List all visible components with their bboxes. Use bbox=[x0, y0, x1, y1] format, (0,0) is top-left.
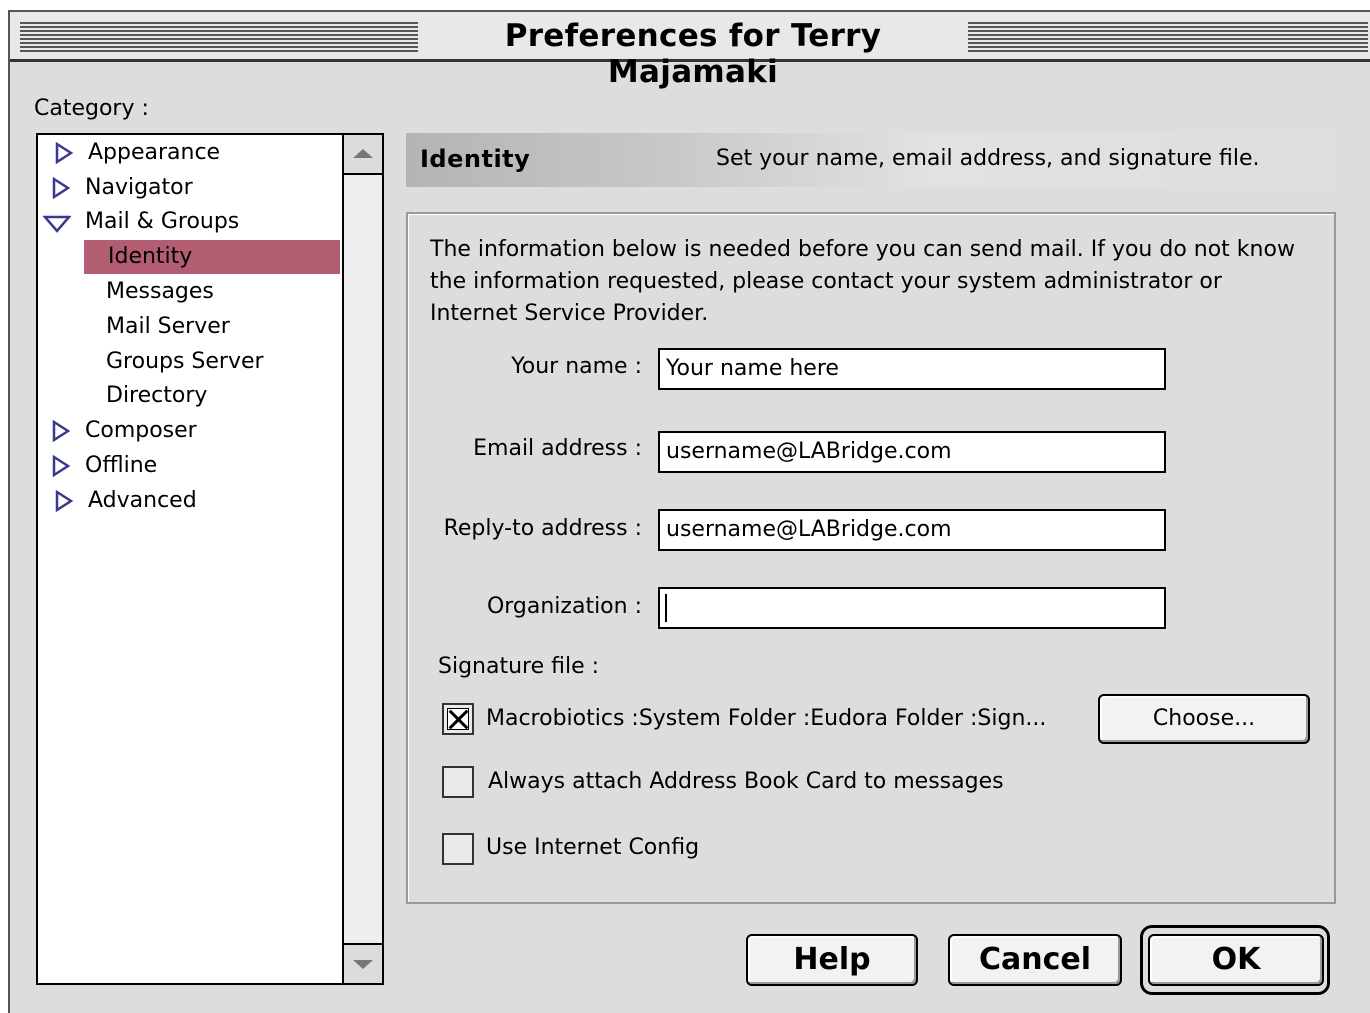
tree-item-label: Groups Server bbox=[106, 349, 264, 374]
title-bar-stripes-left bbox=[20, 22, 418, 52]
ok-button[interactable]: OK bbox=[1148, 934, 1324, 986]
attach-card-label: Always attach Address Book Card to messa… bbox=[488, 769, 1004, 794]
signature-checkbox[interactable] bbox=[442, 703, 474, 735]
tree-item-label: Identity bbox=[108, 244, 193, 269]
scroll-up-button[interactable] bbox=[344, 135, 382, 175]
tree-item-label: Offline bbox=[85, 453, 158, 478]
arrow-up-icon bbox=[353, 149, 373, 158]
reply-to-field[interactable]: username@LABridge.com bbox=[658, 509, 1166, 551]
email-field[interactable]: username@LABridge.com bbox=[658, 431, 1166, 473]
tree-item-identity[interactable]: Identity bbox=[84, 240, 340, 274]
help-button[interactable]: Help bbox=[746, 934, 918, 986]
tree-item-mail-server[interactable]: Mail Server bbox=[106, 310, 230, 344]
tree-scrollbar[interactable] bbox=[342, 135, 382, 983]
name-label: Your name : bbox=[511, 354, 642, 379]
signature-label: Signature file : bbox=[438, 654, 600, 679]
category-tree: Appearance Navigator Mail & Groups Ident… bbox=[36, 133, 384, 985]
organization-label: Organization : bbox=[486, 594, 642, 619]
window-title: Preferences for Terry Majamaki bbox=[418, 18, 968, 90]
tree-item-groups-server[interactable]: Groups Server bbox=[106, 345, 264, 379]
identity-panel: The information below is needed before y… bbox=[406, 212, 1336, 904]
disclosure-triangle-collapsed-icon[interactable] bbox=[54, 142, 74, 164]
disclosure-triangle-collapsed-icon[interactable] bbox=[51, 177, 71, 199]
name-field[interactable]: Your name here bbox=[658, 348, 1166, 390]
disclosure-triangle-collapsed-icon[interactable] bbox=[51, 455, 71, 477]
arrow-down-icon bbox=[353, 960, 373, 969]
tree-item-advanced[interactable]: Advanced bbox=[55, 484, 197, 518]
tree-item-label: Appearance bbox=[88, 140, 221, 165]
attach-card-checkbox[interactable] bbox=[442, 766, 474, 798]
tree-item-directory[interactable]: Directory bbox=[106, 379, 207, 413]
signature-path: Macrobiotics :System Folder :Eudora Fold… bbox=[486, 706, 1047, 731]
tree-item-label: Navigator bbox=[85, 175, 193, 200]
tree-item-composer[interactable]: Composer bbox=[52, 414, 197, 448]
cancel-button[interactable]: Cancel bbox=[948, 934, 1122, 986]
tree-item-label: Composer bbox=[85, 418, 197, 443]
title-bar[interactable]: Preferences for Terry Majamaki bbox=[10, 12, 1370, 90]
disclosure-triangle-collapsed-icon[interactable] bbox=[51, 420, 71, 442]
title-bar-stripes-right bbox=[968, 22, 1368, 52]
tree-item-label: Directory bbox=[106, 383, 208, 408]
intro-text: The information below is needed before y… bbox=[430, 237, 1295, 326]
disclosure-triangle-expanded-icon[interactable] bbox=[43, 213, 71, 235]
preferences-window: Preferences for Terry Majamaki Category … bbox=[8, 10, 1370, 1013]
tree-item-appearance[interactable]: Appearance bbox=[55, 136, 221, 170]
reply-to-label: Reply-to address : bbox=[443, 516, 642, 541]
category-label: Category : bbox=[34, 96, 149, 121]
tree-item-label: Advanced bbox=[88, 488, 197, 513]
email-label: Email address : bbox=[473, 436, 642, 461]
section-description: Set your name, email address, and signat… bbox=[716, 146, 1260, 171]
scroll-down-button[interactable] bbox=[344, 943, 382, 983]
tree-item-mail-groups[interactable]: Mail & Groups bbox=[43, 205, 240, 239]
tree-item-label: Messages bbox=[106, 279, 214, 304]
internet-config-label: Use Internet Config bbox=[486, 835, 700, 860]
section-title: Identity bbox=[420, 145, 531, 173]
tree-item-label: Mail Server bbox=[106, 314, 230, 339]
checkmark-x-icon bbox=[447, 708, 469, 730]
section-header: Identity Set your name, email address, a… bbox=[406, 133, 1366, 187]
tree-item-offline[interactable]: Offline bbox=[52, 449, 158, 483]
organization-field[interactable] bbox=[658, 587, 1166, 629]
choose-button[interactable]: Choose... bbox=[1098, 694, 1310, 744]
disclosure-triangle-collapsed-icon[interactable] bbox=[54, 490, 74, 512]
tree-item-navigator[interactable]: Navigator bbox=[52, 171, 193, 205]
text-caret bbox=[665, 594, 667, 622]
tree-item-messages[interactable]: Messages bbox=[106, 275, 214, 309]
tree-item-label: Mail & Groups bbox=[85, 209, 240, 234]
internet-config-checkbox[interactable] bbox=[442, 833, 474, 865]
